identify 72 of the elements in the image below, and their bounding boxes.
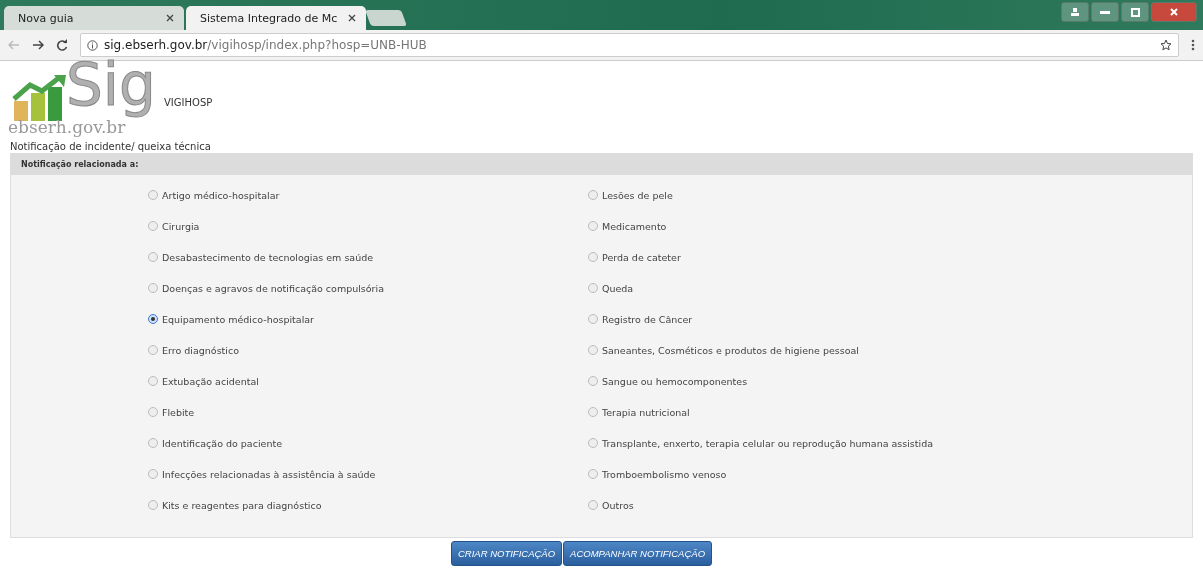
menu-icon[interactable]: [1191, 39, 1195, 51]
browser-tab[interactable]: Nova guia: [4, 6, 184, 30]
close-icon[interactable]: [348, 14, 356, 22]
radio-button[interactable]: [588, 314, 598, 324]
radio-option[interactable]: Tromboembolismo venoso: [588, 465, 1192, 483]
radio-option[interactable]: Perda de cateter: [588, 248, 1192, 266]
minimize-icon: [1100, 10, 1110, 14]
radio-option[interactable]: Saneantes, Cosméticos e produtos de higiene pessoal: [588, 341, 1192, 359]
radio-button[interactable]: [148, 345, 158, 355]
radio-button[interactable]: [588, 376, 598, 386]
panel-header: Notificação relacionada a:: [11, 154, 1192, 175]
maximize-icon: [1130, 7, 1140, 17]
radio-option[interactable]: Doenças e agravos de notificação compulsória: [148, 279, 588, 297]
back-icon[interactable]: [8, 40, 20, 50]
new-tab-button[interactable]: [365, 10, 407, 26]
radio-button[interactable]: [588, 469, 598, 479]
radio-option[interactable]: Cirurgia: [148, 217, 588, 235]
radio-option[interactable]: Transplante, enxerto, terapia celular ou reprodução humana assistida: [588, 434, 1192, 452]
radio-option[interactable]: Equipamento médico-hospitalar: [148, 310, 588, 328]
radio-button[interactable]: [148, 469, 158, 479]
radio-button[interactable]: [588, 438, 598, 448]
radio-button[interactable]: [588, 500, 598, 510]
radio-option[interactable]: Desabastecimento de tecnologias em saúde: [148, 248, 588, 266]
radio-option[interactable]: Artigo médico-hospitalar: [148, 186, 588, 204]
radio-option[interactable]: Infecções relacionadas à assistência à saúde: [148, 465, 588, 483]
radio-option[interactable]: Sangue ou hemocomponentes: [588, 372, 1192, 390]
radio-button[interactable]: [588, 221, 598, 231]
chart-logo-icon: [12, 75, 68, 121]
radio-button[interactable]: [588, 345, 598, 355]
close-icon[interactable]: [166, 14, 174, 22]
url-text: sig.ebserh.gov.br/vigihosp/index.php?hosp=UNB-HUB: [104, 38, 427, 52]
app-name: VIGIHOSP: [164, 96, 213, 108]
maximize-button[interactable]: [1121, 2, 1149, 22]
logo-domain: ebserh.gov.br: [8, 119, 126, 136]
star-icon[interactable]: [1160, 39, 1172, 51]
radio-button[interactable]: [148, 252, 158, 262]
radio-option[interactable]: Kits e reagentes para diagnóstico: [148, 496, 588, 514]
radio-option[interactable]: Queda: [588, 279, 1192, 297]
address-bar[interactable]: sig.ebserh.gov.br/vigihosp/index.php?hosp=UNB-HUB: [80, 33, 1179, 57]
close-button[interactable]: [1151, 2, 1197, 22]
radio-option[interactable]: Outros: [588, 496, 1192, 514]
user-button[interactable]: [1061, 2, 1089, 22]
reload-icon[interactable]: [56, 39, 68, 51]
forward-icon[interactable]: [32, 40, 44, 50]
radio-button[interactable]: [148, 190, 158, 200]
action-button[interactable]: ACOMPANHAR NOTIFICAÇÃO: [563, 541, 713, 566]
radio-button[interactable]: [148, 376, 158, 386]
page-title: Notificação de incidente/ queixa técnica: [9, 140, 212, 153]
radio-button[interactable]: [588, 190, 598, 200]
radio-button[interactable]: [148, 314, 158, 324]
radio-button[interactable]: [588, 283, 598, 293]
radio-option[interactable]: Medicamento: [588, 217, 1192, 235]
radio-option[interactable]: Extubação acidental: [148, 372, 588, 390]
radio-option[interactable]: Identificação do paciente: [148, 434, 588, 452]
info-icon: [87, 39, 98, 51]
radio-option[interactable]: Terapia nutricional: [588, 403, 1192, 421]
radio-button[interactable]: [148, 407, 158, 417]
radio-button[interactable]: [148, 221, 158, 231]
radio-option[interactable]: Erro diagnóstico: [148, 341, 588, 359]
action-button[interactable]: CRIAR NOTIFICAÇÃO: [450, 541, 563, 566]
radio-button[interactable]: [148, 283, 158, 293]
radio-button[interactable]: [148, 438, 158, 448]
radio-button[interactable]: [148, 500, 158, 510]
minimize-button[interactable]: [1091, 2, 1119, 22]
radio-option[interactable]: Registro de Câncer: [588, 310, 1192, 328]
radio-option[interactable]: Flebite: [148, 403, 588, 421]
radio-button[interactable]: [588, 252, 598, 262]
browser-tab[interactable]: Sistema Integrado de Mc: [186, 6, 366, 30]
radio-option[interactable]: Lesões de pele: [588, 186, 1192, 204]
user-icon: [1071, 8, 1079, 16]
close-icon: [1170, 8, 1178, 16]
radio-button[interactable]: [588, 407, 598, 417]
